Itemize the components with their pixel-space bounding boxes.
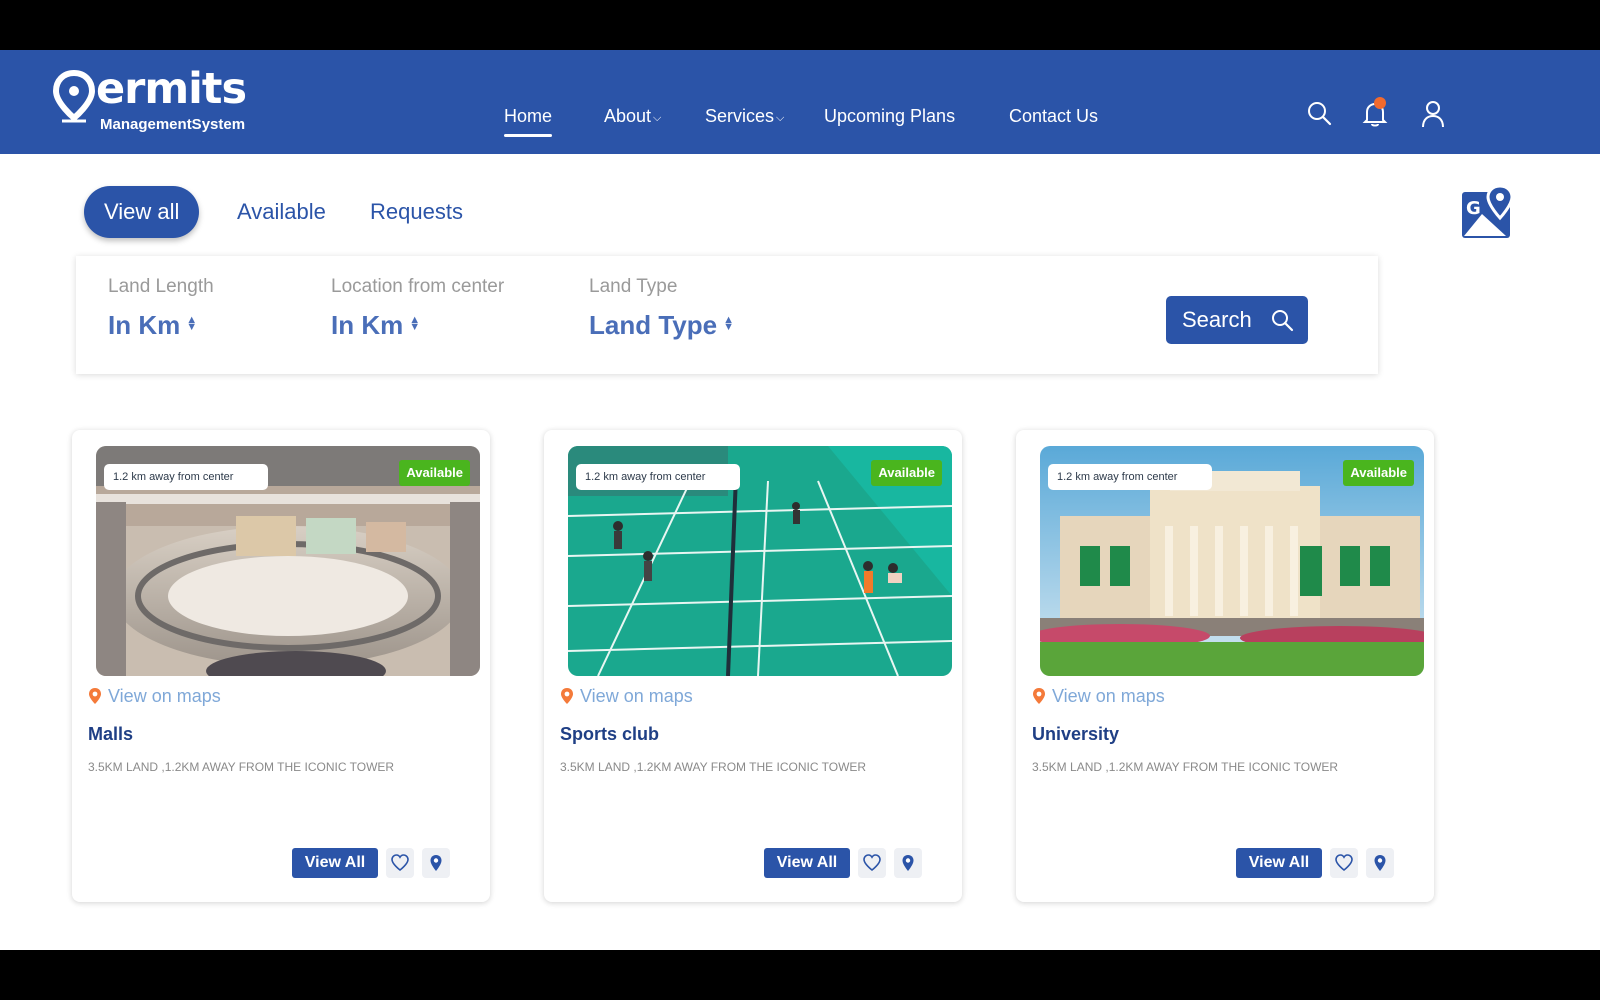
location-pin-icon (430, 855, 442, 871)
land-type-select[interactable]: Land Type ▲ ▼ (589, 310, 734, 341)
location-pin-icon (561, 688, 573, 704)
property-card-malls: 1.2 km away from center Available View o… (72, 430, 490, 902)
card-image-sports: 1.2 km away from center Available (568, 446, 952, 676)
location-pin-icon (89, 688, 101, 704)
filter-label: Land Type (589, 276, 678, 297)
filter-land-length: Land Length In Km ▲ ▼ (108, 276, 214, 341)
heart-icon (863, 854, 881, 872)
logo-subtitle: ManagementSystem (100, 116, 246, 133)
card-image-university: 1.2 km away from center Available (1040, 446, 1424, 676)
sort-arrows-icon: ▲ ▼ (723, 314, 734, 333)
location-select[interactable]: In Km ▲ ▼ (331, 310, 504, 341)
search-button[interactable]: Search (1166, 296, 1308, 344)
site-header: ermits ManagementSystem Home About ⌵ Serv… (0, 50, 1600, 154)
sort-arrows-icon: ▲ ▼ (409, 314, 421, 333)
filter-label: Location from center (331, 276, 505, 297)
filter-land-type: Land Type Land Type ▲ ▼ (589, 276, 734, 341)
view-on-maps-link[interactable]: View on maps (560, 686, 693, 707)
distance-badge: 1.2 km away from center (576, 464, 740, 490)
svg-text:G: G (1466, 198, 1481, 219)
logo-pin-icon (52, 70, 96, 123)
card-description: 3.5KM LAND ,1.2KM AWAY FROM THE ICONIC T… (1032, 760, 1339, 774)
nav-about[interactable]: About ⌵ (604, 106, 661, 127)
location-pin-icon (902, 855, 914, 871)
location-pin-icon (1033, 688, 1045, 704)
main-content: View all Available Requests G Land Lengt… (0, 154, 1600, 950)
filter-label: Land Length (108, 276, 214, 297)
card-title: Sports club (560, 724, 660, 744)
tab-view-all[interactable]: View all (84, 186, 200, 238)
search-icon[interactable] (1306, 100, 1332, 128)
location-pin-icon (1374, 855, 1386, 871)
nav-contact-us[interactable]: Contact Us (1009, 106, 1098, 127)
filter-location: Location from center In Km ▲ ▼ (331, 276, 504, 341)
view-all-button[interactable]: View All (292, 848, 378, 878)
card-description: 3.5KM LAND ,1.2KM AWAY FROM THE ICONIC T… (560, 760, 867, 774)
bottom-black-bar (0, 950, 1600, 1000)
heart-icon (391, 854, 409, 872)
view-all-button[interactable]: View All (1236, 848, 1322, 878)
property-card-university: 1.2 km away from center Available View o… (1016, 430, 1434, 902)
distance-badge: 1.2 km away from center (104, 464, 268, 490)
sort-arrows-icon: ▲ ▼ (186, 314, 198, 333)
favorite-button[interactable] (1330, 848, 1358, 878)
user-icon[interactable] (1420, 100, 1446, 128)
status-badge: Available (399, 460, 470, 486)
notification-dot (1374, 97, 1386, 109)
logo-text: ermits (96, 64, 247, 114)
favorite-button[interactable] (858, 848, 886, 878)
view-on-maps-link[interactable]: View on maps (88, 686, 221, 707)
chevron-down-icon: ⌵ (653, 112, 662, 124)
filter-panel: Land Length In Km ▲ ▼ Location from center… (76, 256, 1378, 374)
chevron-down-icon: ⌵ (776, 112, 785, 124)
bell-icon[interactable] (1362, 97, 1388, 128)
nav-home[interactable]: Home (504, 106, 553, 137)
location-button[interactable] (894, 848, 922, 878)
property-card-sports-club: 1.2 km away from center Available View o… (544, 430, 962, 902)
distance-badge: 1.2 km away from center (1048, 464, 1212, 490)
tab-available[interactable]: Available (237, 186, 326, 238)
card-description: 3.5KM LAND ,1.2KM AWAY FROM THE ICONIC T… (88, 760, 395, 774)
google-maps-icon[interactable]: G (1460, 184, 1518, 242)
card-image-mall: 1.2 km away from center Available (96, 446, 480, 676)
status-badge: Available (1343, 460, 1414, 486)
nav-upcoming-plans[interactable]: Upcoming Plans (824, 106, 955, 127)
card-title: University (1032, 724, 1120, 744)
logo[interactable]: ermits ManagementSystem (52, 64, 262, 138)
view-on-maps-link[interactable]: View on maps (1032, 686, 1165, 707)
location-button[interactable] (1366, 848, 1394, 878)
card-title: Malls (88, 724, 134, 744)
top-black-bar (0, 0, 1600, 50)
tab-requests[interactable]: Requests (370, 186, 463, 238)
nav-services[interactable]: Services ⌵ (705, 106, 784, 127)
search-icon (1272, 310, 1294, 332)
heart-icon (1335, 854, 1353, 872)
location-button[interactable] (422, 848, 450, 878)
favorite-button[interactable] (386, 848, 414, 878)
land-length-select[interactable]: In Km ▲ ▼ (108, 310, 214, 341)
view-all-button[interactable]: View All (764, 848, 850, 878)
status-badge: Available (871, 460, 942, 486)
